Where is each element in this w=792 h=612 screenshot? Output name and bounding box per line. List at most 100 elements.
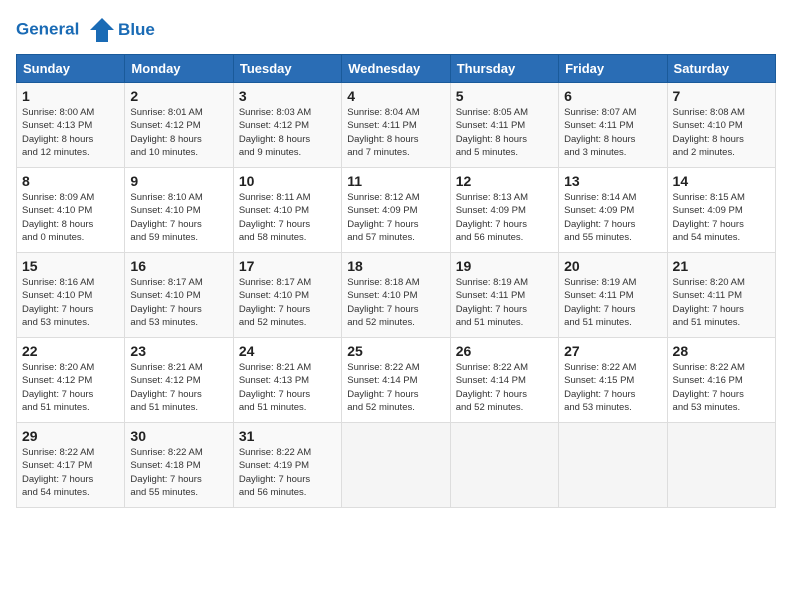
calendar-cell: 25Sunrise: 8:22 AMSunset: 4:14 PMDayligh… <box>342 338 450 423</box>
column-header-sunday: Sunday <box>17 55 125 83</box>
day-number: 6 <box>564 88 661 104</box>
day-number: 13 <box>564 173 661 189</box>
calendar-cell: 7 Sunrise: 8:08 AMSunset: 4:10 PMDaylight… <box>667 83 775 168</box>
day-info: Sunrise: 8:22 AMSunset: 4:15 PMDaylight:… <box>564 361 661 414</box>
calendar-cell: 12 Sunrise: 8:13 AMSunset: 4:09 PMDayligh… <box>450 168 558 253</box>
day-info: Sunrise: 8:17 AMSunset: 4:10 PMDaylight:… <box>239 276 336 329</box>
day-number: 2 <box>130 88 227 104</box>
day-info: Sunrise: 8:13 AMSunset: 4:09 PMDaylight:… <box>456 191 553 244</box>
column-header-tuesday: Tuesday <box>233 55 341 83</box>
day-info: Sunrise: 8:03 AMSunset: 4:12 PMDaylight:… <box>239 106 336 159</box>
calendar-cell: 28 Sunrise: 8:22 AMSunset: 4:16 PMDayligh… <box>667 338 775 423</box>
day-number: 5 <box>456 88 553 104</box>
day-info: Sunrise: 8:19 AMSunset: 4:11 PMDaylight:… <box>456 276 553 329</box>
day-info: Sunrise: 8:22 AMSunset: 4:19 PMDaylight:… <box>239 446 336 499</box>
day-number: 19 <box>456 258 553 274</box>
day-info: Sunrise: 8:22 AMSunset: 4:17 PMDaylight:… <box>22 446 119 499</box>
calendar-cell: 8 Sunrise: 8:09 AMSunset: 4:10 PMDaylight… <box>17 168 125 253</box>
day-info: Sunrise: 8:07 AMSunset: 4:11 PMDaylight:… <box>564 106 661 159</box>
day-info: Sunrise: 8:04 AMSunset: 4:11 PMDaylight:… <box>347 106 444 159</box>
day-info: Sunrise: 8:01 AMSunset: 4:12 PMDaylight:… <box>130 106 227 159</box>
calendar-cell: 5 Sunrise: 8:05 AMSunset: 4:11 PMDaylight… <box>450 83 558 168</box>
calendar-cell: 16 Sunrise: 8:17 AMSunset: 4:10 PMDayligh… <box>125 253 233 338</box>
day-number: 21 <box>673 258 770 274</box>
day-info: Sunrise: 8:20 AMSunset: 4:11 PMDaylight:… <box>673 276 770 329</box>
calendar-cell <box>559 423 667 508</box>
day-info: Sunrise: 8:18 AMSunset: 4:10 PMDaylight:… <box>347 276 444 329</box>
day-info: Sunrise: 8:19 AMSunset: 4:11 PMDaylight:… <box>564 276 661 329</box>
calendar-cell: 4 Sunrise: 8:04 AMSunset: 4:11 PMDaylight… <box>342 83 450 168</box>
calendar-cell: 3Sunrise: 8:03 AMSunset: 4:12 PMDaylight… <box>233 83 341 168</box>
day-number: 4 <box>347 88 444 104</box>
calendar-cell: 6 Sunrise: 8:07 AMSunset: 4:11 PMDaylight… <box>559 83 667 168</box>
day-number: 26 <box>456 343 553 359</box>
calendar-cell <box>342 423 450 508</box>
day-info: Sunrise: 8:12 AMSunset: 4:09 PMDaylight:… <box>347 191 444 244</box>
column-header-wednesday: Wednesday <box>342 55 450 83</box>
column-header-thursday: Thursday <box>450 55 558 83</box>
day-info: Sunrise: 8:22 AMSunset: 4:16 PMDaylight:… <box>673 361 770 414</box>
calendar-cell: 15 Sunrise: 8:16 AMSunset: 4:10 PMDayligh… <box>17 253 125 338</box>
calendar-cell: 22 Sunrise: 8:20 AMSunset: 4:12 PMDayligh… <box>17 338 125 423</box>
day-number: 10 <box>239 173 336 189</box>
calendar-cell: 11 Sunrise: 8:12 AMSunset: 4:09 PMDayligh… <box>342 168 450 253</box>
day-info: Sunrise: 8:05 AMSunset: 4:11 PMDaylight:… <box>456 106 553 159</box>
column-header-friday: Friday <box>559 55 667 83</box>
day-info: Sunrise: 8:21 AMSunset: 4:13 PMDaylight:… <box>239 361 336 414</box>
day-number: 7 <box>673 88 770 104</box>
calendar-cell: 26 Sunrise: 8:22 AMSunset: 4:14 PMDayligh… <box>450 338 558 423</box>
calendar-cell: 2 Sunrise: 8:01 AMSunset: 4:12 PMDaylight… <box>125 83 233 168</box>
calendar-cell: 24 Sunrise: 8:21 AMSunset: 4:13 PMDayligh… <box>233 338 341 423</box>
calendar-cell <box>450 423 558 508</box>
day-number: 14 <box>673 173 770 189</box>
day-number: 22 <box>22 343 119 359</box>
day-number: 24 <box>239 343 336 359</box>
day-info: Sunrise: 8:15 AMSunset: 4:09 PMDaylight:… <box>673 191 770 244</box>
calendar-cell: 27 Sunrise: 8:22 AMSunset: 4:15 PMDayligh… <box>559 338 667 423</box>
day-number: 9 <box>130 173 227 189</box>
day-number: 18 <box>347 258 444 274</box>
day-info: Sunrise: 8:14 AMSunset: 4:09 PMDaylight:… <box>564 191 661 244</box>
day-number: 11 <box>347 173 444 189</box>
day-number: 16 <box>130 258 227 274</box>
day-number: 20 <box>564 258 661 274</box>
calendar-cell: 19 Sunrise: 8:19 AMSunset: 4:11 PMDayligh… <box>450 253 558 338</box>
day-number: 17 <box>239 258 336 274</box>
day-number: 29 <box>22 428 119 444</box>
day-info: Sunrise: 8:22 AMSunset: 4:18 PMDaylight:… <box>130 446 227 499</box>
day-number: 28 <box>673 343 770 359</box>
day-number: 30 <box>130 428 227 444</box>
day-info: Sunrise: 8:16 AMSunset: 4:10 PMDaylight:… <box>22 276 119 329</box>
calendar-table: SundayMondayTuesdayWednesdayThursdayFrid… <box>16 54 776 508</box>
day-number: 12 <box>456 173 553 189</box>
calendar-cell: 17 Sunrise: 8:17 AMSunset: 4:10 PMDayligh… <box>233 253 341 338</box>
calendar-cell: 20 Sunrise: 8:19 AMSunset: 4:11 PMDayligh… <box>559 253 667 338</box>
calendar-cell: 18 Sunrise: 8:18 AMSunset: 4:10 PMDayligh… <box>342 253 450 338</box>
calendar-cell: 13 Sunrise: 8:14 AMSunset: 4:09 PMDayligh… <box>559 168 667 253</box>
calendar-cell: 23 Sunrise: 8:21 AMSunset: 4:12 PMDayligh… <box>125 338 233 423</box>
page-header: General Blue <box>16 16 776 44</box>
logo: General Blue <box>16 16 155 44</box>
day-info: Sunrise: 8:17 AMSunset: 4:10 PMDaylight:… <box>130 276 227 329</box>
day-info: Sunrise: 8:21 AMSunset: 4:12 PMDaylight:… <box>130 361 227 414</box>
day-number: 27 <box>564 343 661 359</box>
day-info: Sunrise: 8:09 AMSunset: 4:10 PMDaylight:… <box>22 191 119 244</box>
day-number: 15 <box>22 258 119 274</box>
calendar-cell: 1 Sunrise: 8:00 AMSunset: 4:13 PMDaylight… <box>17 83 125 168</box>
logo-general: General <box>16 19 79 38</box>
day-info: Sunrise: 8:08 AMSunset: 4:10 PMDaylight:… <box>673 106 770 159</box>
column-header-monday: Monday <box>125 55 233 83</box>
calendar-cell <box>667 423 775 508</box>
day-number: 25 <box>347 343 444 359</box>
column-header-saturday: Saturday <box>667 55 775 83</box>
day-number: 23 <box>130 343 227 359</box>
day-info: Sunrise: 8:22 AMSunset: 4:14 PMDaylight:… <box>456 361 553 414</box>
calendar-cell: 30 Sunrise: 8:22 AMSunset: 4:18 PMDayligh… <box>125 423 233 508</box>
day-info: Sunrise: 8:11 AMSunset: 4:10 PMDaylight:… <box>239 191 336 244</box>
calendar-cell: 29 Sunrise: 8:22 AMSunset: 4:17 PMDayligh… <box>17 423 125 508</box>
day-info: Sunrise: 8:00 AMSunset: 4:13 PMDaylight:… <box>22 106 119 159</box>
day-info: Sunrise: 8:20 AMSunset: 4:12 PMDaylight:… <box>22 361 119 414</box>
day-info: Sunrise: 8:10 AMSunset: 4:10 PMDaylight:… <box>130 191 227 244</box>
day-number: 1 <box>22 88 119 104</box>
day-number: 8 <box>22 173 119 189</box>
